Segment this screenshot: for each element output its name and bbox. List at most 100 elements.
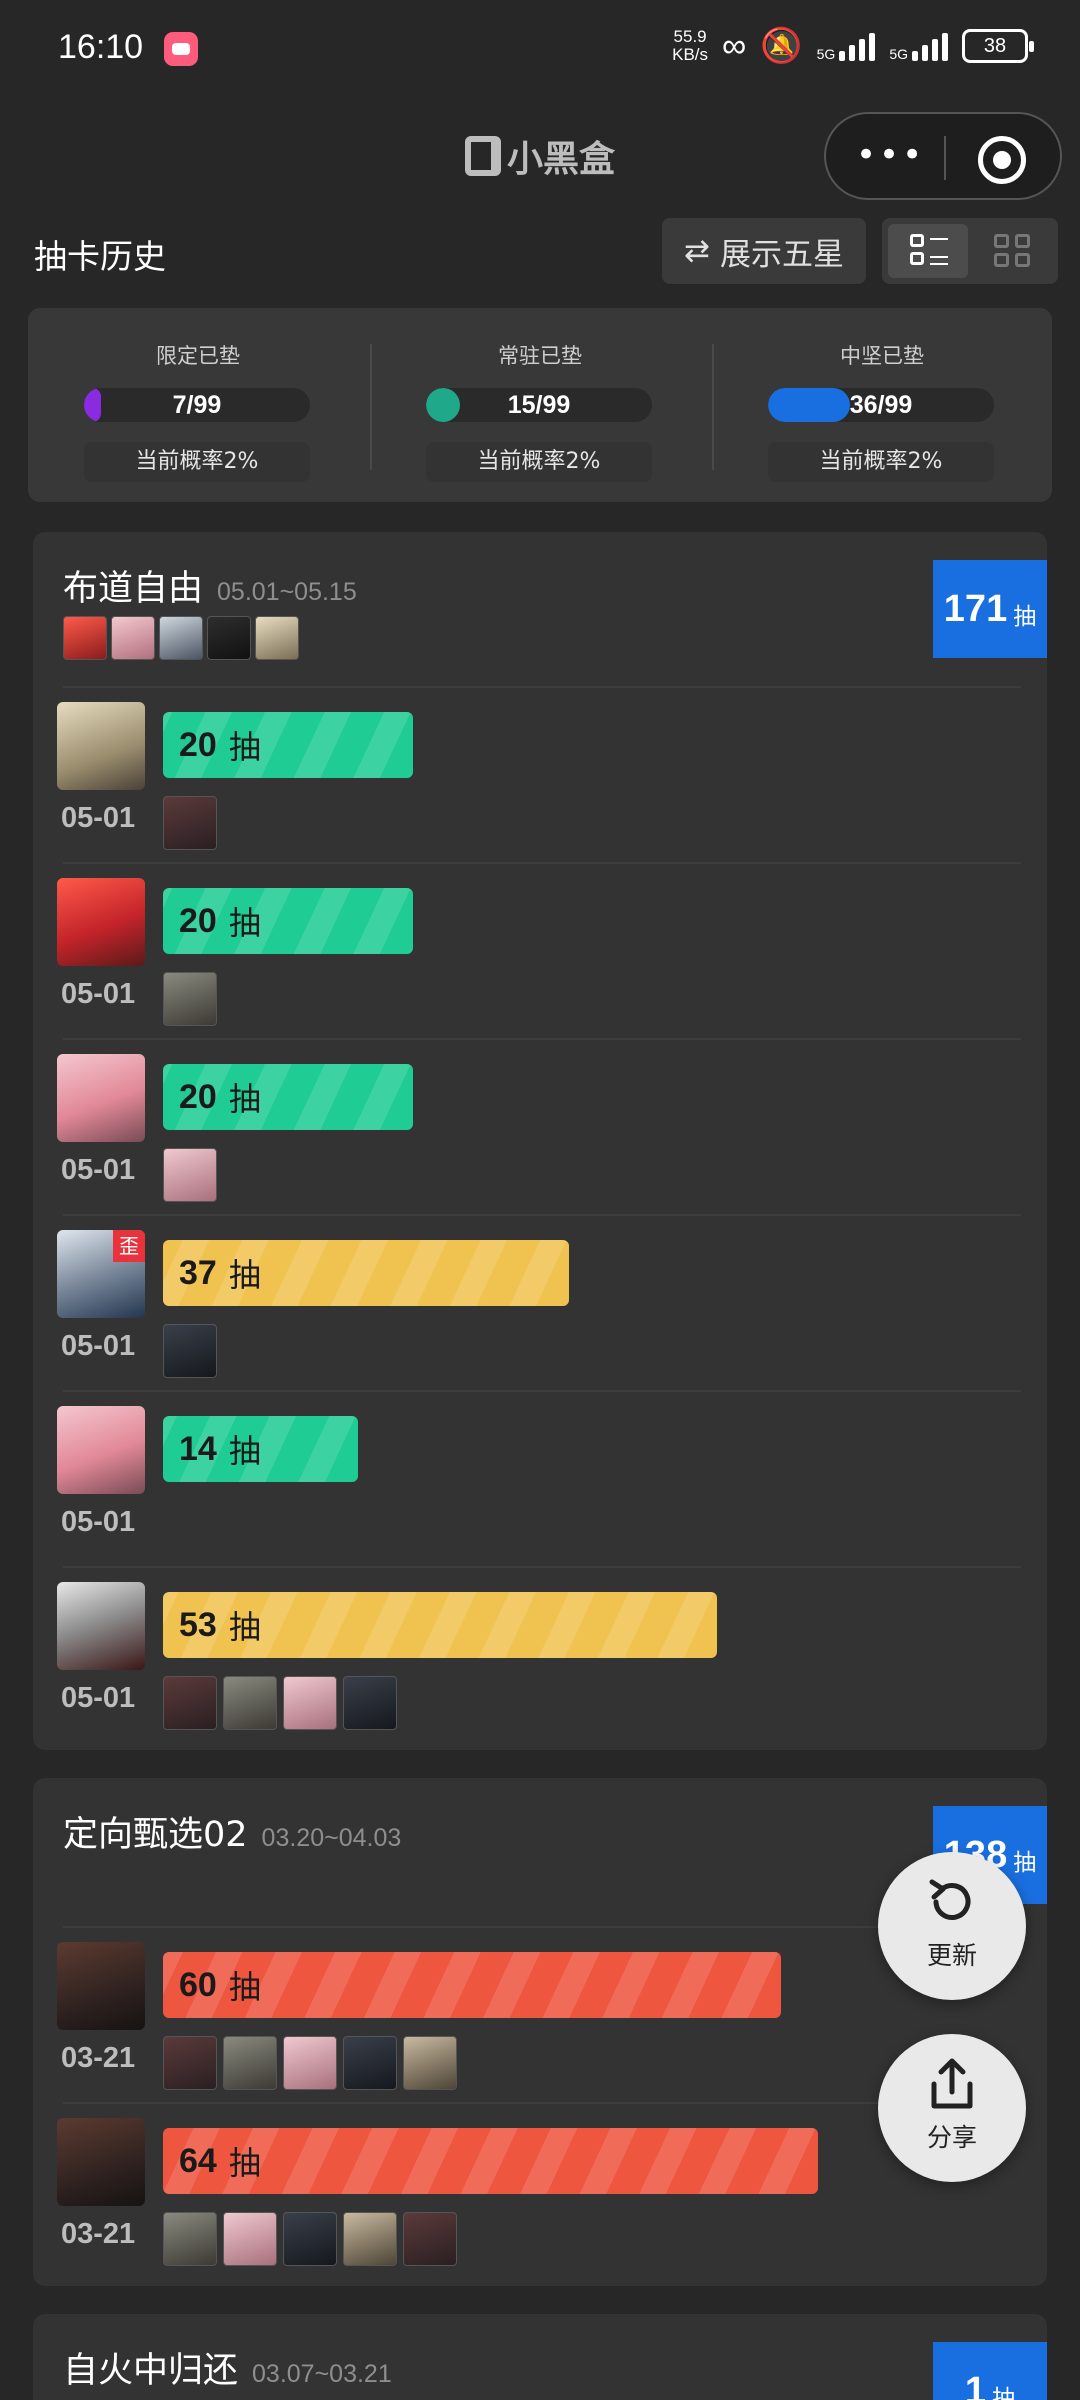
pity-value: 7/99 xyxy=(172,391,222,419)
pity-progress-bar: 7/99 xyxy=(84,388,310,422)
pull-count-bar: 64 抽 xyxy=(163,2128,818,2194)
pulled-operator-thumb xyxy=(163,1148,217,1202)
pulled-operator-thumb xyxy=(283,1676,337,1730)
banner-total: 1 xyxy=(964,2369,987,2400)
banner-dates: 03.20~04.03 xyxy=(261,1824,402,1852)
banner-featured-avatars xyxy=(63,616,299,660)
banner-name: 自火中归还 xyxy=(63,2351,239,2391)
signal-1: 5G xyxy=(817,31,876,61)
share-label: 分享 xyxy=(926,2123,977,2152)
mute-icon: 🔕 xyxy=(760,27,803,65)
pull-count: 64 xyxy=(179,2141,217,2180)
pull-count-bar: 20 抽 xyxy=(163,1064,413,1130)
pull-unit: 抽 xyxy=(228,1968,261,2006)
pull-date: 05-01 xyxy=(61,802,136,834)
pulled-operator-thumb xyxy=(403,2036,457,2090)
operator-avatar xyxy=(57,1942,145,2030)
lower-rarity-pulls xyxy=(163,2036,457,2090)
link-icon: ∞ xyxy=(722,26,747,65)
pulled-operator-thumb xyxy=(223,1676,277,1730)
pulled-operator-thumb xyxy=(343,2212,397,2266)
pity-summary: 限定已垫 7/99 当前概率2% 常驻已垫 15/99 当前概率2% 中坚已垫 … xyxy=(28,308,1052,502)
pull-date: 03-21 xyxy=(61,2042,136,2074)
grid-view-button[interactable] xyxy=(972,224,1052,278)
pity-progress-bar: 36/99 xyxy=(768,388,994,422)
pulled-operator-thumb xyxy=(163,2212,217,2266)
pulled-operator-thumb xyxy=(283,2212,337,2266)
pull-record-row[interactable]: 05-01 20 抽 xyxy=(33,1040,1047,1216)
more-icon[interactable]: ••• xyxy=(856,138,922,172)
pull-record-row[interactable]: 05-01 20 抽 xyxy=(33,864,1047,1040)
pull-count-bar: 20 抽 xyxy=(163,712,413,778)
operator-avatar xyxy=(57,702,145,790)
title-bar: 小黑盒 ••• xyxy=(0,100,1080,212)
pull-unit: 抽 xyxy=(228,1080,261,1118)
banner-card[interactable]: 自火中归还 03.07~03.21 1 抽 xyxy=(33,2314,1047,2400)
banner-total-unit: 抽 xyxy=(1013,603,1037,629)
pull-count-bar: 37 抽 xyxy=(163,1240,570,1306)
banner-title: 定向甄选02 03.20~04.03 xyxy=(63,1806,401,1857)
featured-operator-avatar xyxy=(255,616,299,660)
share-button[interactable]: 分享 xyxy=(878,2034,1026,2182)
pull-unit: 抽 xyxy=(228,1256,261,1294)
banner-total: 171 xyxy=(943,587,1008,630)
pulled-operator-thumb xyxy=(163,2036,217,2090)
pull-date: 03-21 xyxy=(61,2218,136,2250)
pulled-operator-thumb xyxy=(343,2036,397,2090)
pity-progress-bar: 15/99 xyxy=(426,388,652,422)
show-five-star-toggle[interactable]: ⇄ 展示五星 xyxy=(662,218,866,284)
pity-label: 中坚已垫 xyxy=(840,344,924,368)
pull-unit: 抽 xyxy=(228,904,261,942)
lower-rarity-pulls xyxy=(163,1324,217,1378)
banner-card[interactable]: 布道自由 05.01~05.15 171 抽 05-01 20 抽 05-01 20 抽 05-01… xyxy=(33,532,1047,1750)
pull-record-row[interactable]: 05-01 20 抽 xyxy=(33,688,1047,864)
pull-count: 53 xyxy=(179,1605,217,1644)
clock: 16:10 xyxy=(58,28,144,66)
pull-date: 05-01 xyxy=(61,1154,136,1186)
pull-count: 20 xyxy=(179,901,217,940)
pulled-operator-thumb xyxy=(403,2212,457,2266)
list-view-icon xyxy=(910,234,948,268)
pulled-operator-thumb xyxy=(163,1324,217,1378)
banner-title: 自火中归还 03.07~03.21 xyxy=(63,2342,392,2393)
pull-record-row[interactable]: 05-01 53 抽 xyxy=(33,1568,1047,1744)
operator-avatar xyxy=(57,1582,145,1670)
banner-name: 布道自由 xyxy=(63,569,204,609)
pulled-operator-thumb xyxy=(223,2212,277,2266)
pull-count: 20 xyxy=(179,1077,217,1116)
grid-view-icon xyxy=(994,234,1032,268)
pull-record-row[interactable]: 05-01 14 抽 xyxy=(33,1392,1047,1568)
pull-date: 05-01 xyxy=(61,1682,136,1714)
featured-operator-avatar xyxy=(207,616,251,660)
capsule-divider xyxy=(944,136,946,180)
operator-avatar xyxy=(57,878,145,966)
banner-total-badge: 1抽 xyxy=(933,2342,1047,2400)
pull-date: 05-01 xyxy=(61,1330,136,1362)
swap-icon: ⇄ xyxy=(684,233,710,269)
network-speed: 55.9 KB/s xyxy=(672,27,709,64)
toggle-label: 展示五星 xyxy=(719,236,844,273)
operator-avatar xyxy=(57,1054,145,1142)
pull-unit: 抽 xyxy=(228,1608,261,1646)
pull-count-bar: 60 抽 xyxy=(163,1952,781,2018)
pity-rate: 当前概率2% xyxy=(426,442,652,482)
banner-total-badge: 171 抽 xyxy=(933,560,1047,658)
close-target-icon[interactable] xyxy=(978,136,1026,184)
view-switch xyxy=(882,218,1058,284)
pity-value: 15/99 xyxy=(507,391,571,419)
pity-label: 常驻已垫 xyxy=(498,344,582,368)
pulled-operator-thumb xyxy=(283,2036,337,2090)
pulled-operator-thumb xyxy=(343,1676,397,1730)
refresh-button[interactable]: 更新 xyxy=(878,1852,1026,2000)
pull-count: 60 xyxy=(179,1965,217,2004)
lower-rarity-pulls xyxy=(163,796,217,850)
list-view-button[interactable] xyxy=(888,224,968,278)
pull-record-row[interactable]: 歪 05-01 37 抽 xyxy=(33,1216,1047,1392)
banner-card[interactable]: 定向甄选02 03.20~04.03 138 抽 03-21 60 抽 03-21 64 抽 xyxy=(33,1778,1047,2286)
banner-title: 布道自由 05.01~05.15 xyxy=(63,560,357,611)
miniprogram-capsule: ••• xyxy=(824,112,1062,200)
brand-logo-icon xyxy=(464,136,501,176)
pull-count: 14 xyxy=(179,1429,217,1468)
pulled-operator-thumb xyxy=(163,796,217,850)
app-notification-icon xyxy=(164,32,198,66)
